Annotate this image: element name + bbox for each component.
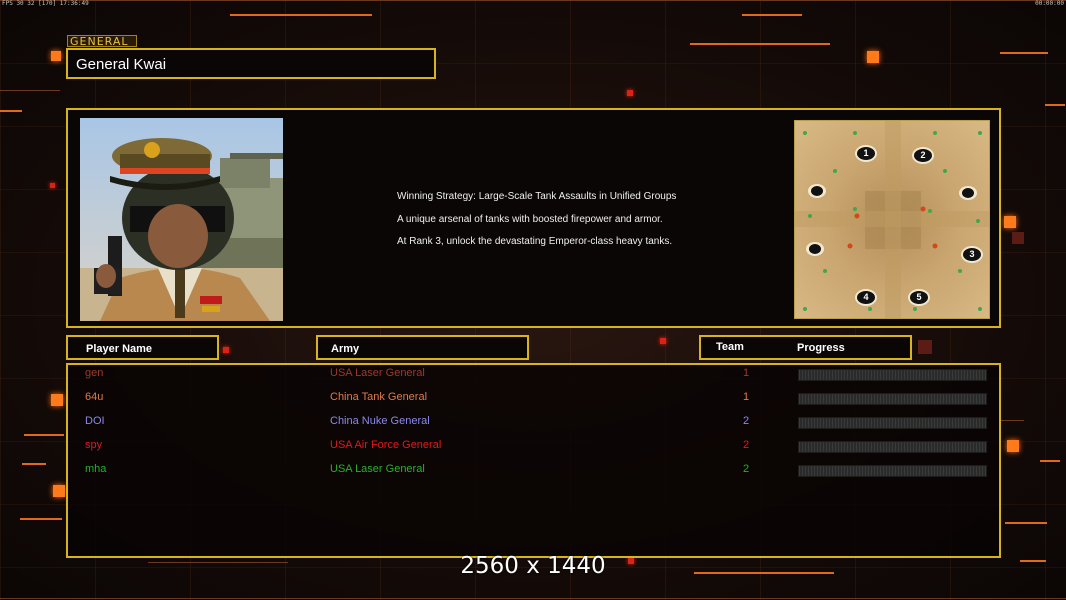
- player-team: 1: [742, 391, 750, 403]
- player-row[interactable]: gen USA Laser General 1: [0, 367, 1066, 391]
- player-progress-bar: [798, 393, 987, 405]
- general-description: Winning Strategy: Large-Scale Tank Assau…: [397, 191, 676, 259]
- player-name: gen: [85, 367, 104, 379]
- player-row[interactable]: 64u China Tank General 1: [0, 391, 1066, 415]
- resolution-label: 2560 x 1440: [460, 553, 606, 579]
- player-army: USA Laser General: [330, 367, 425, 379]
- fps-counter: FPS 30 32 [170] 17:36:49: [2, 0, 89, 7]
- player-team: 2: [742, 415, 750, 427]
- player-name: mha: [85, 463, 107, 475]
- start-position-5[interactable]: 5: [908, 289, 930, 306]
- start-position-4[interactable]: 4: [855, 289, 877, 306]
- player-progress-bar: [798, 441, 987, 453]
- general-section-label: GENERAL: [67, 35, 137, 48]
- player-name: spy: [85, 439, 103, 451]
- player-team: 2: [742, 439, 750, 451]
- map-preview[interactable]: 1 2 3 4 5: [794, 120, 990, 319]
- player-progress-bar: [798, 465, 987, 477]
- player-army: China Tank General: [330, 391, 428, 403]
- column-header-team-progress: Team Progress: [699, 335, 912, 360]
- column-header-army: Army: [316, 335, 529, 360]
- description-line-rank: At Rank 3, unlock the devastating Empero…: [397, 236, 673, 247]
- start-position-2[interactable]: 2: [912, 147, 934, 164]
- player-progress-bar: [798, 369, 987, 381]
- player-team: 1: [742, 367, 750, 379]
- player-team: 2: [742, 463, 750, 475]
- player-progress-bar: [798, 417, 987, 429]
- player-row[interactable]: DOI China Nuke General 2: [0, 415, 1066, 439]
- game-clock: 00:00:00: [1035, 0, 1064, 7]
- description-line-strategy: Winning Strategy: Large-Scale Tank Assau…: [397, 191, 677, 202]
- player-row[interactable]: mha USA Laser General 2: [0, 463, 1066, 487]
- description-line-arsenal: A unique arsenal of tanks with boosted f…: [397, 213, 663, 225]
- general-portrait: [80, 118, 283, 321]
- player-name: 64u: [85, 391, 104, 403]
- column-header-player-name: Player Name: [66, 335, 219, 360]
- army-header-label: Army: [331, 343, 360, 355]
- progress-header-label: Progress: [797, 342, 845, 354]
- player-army: USA Laser General: [330, 463, 425, 475]
- player-army: China Nuke General: [330, 415, 430, 427]
- player-army: USA Air Force General: [330, 439, 442, 451]
- general-name: General Kwai: [76, 56, 167, 73]
- player-name-header-label: Player Name: [86, 343, 153, 355]
- start-position-1[interactable]: 1: [855, 145, 877, 162]
- start-position-3[interactable]: 3: [961, 246, 983, 263]
- team-header-label: Team: [716, 341, 744, 353]
- player-row[interactable]: spy USA Air Force General 2: [0, 439, 1066, 463]
- player-name: DOI: [85, 415, 105, 427]
- general-name-box: General Kwai: [66, 48, 436, 79]
